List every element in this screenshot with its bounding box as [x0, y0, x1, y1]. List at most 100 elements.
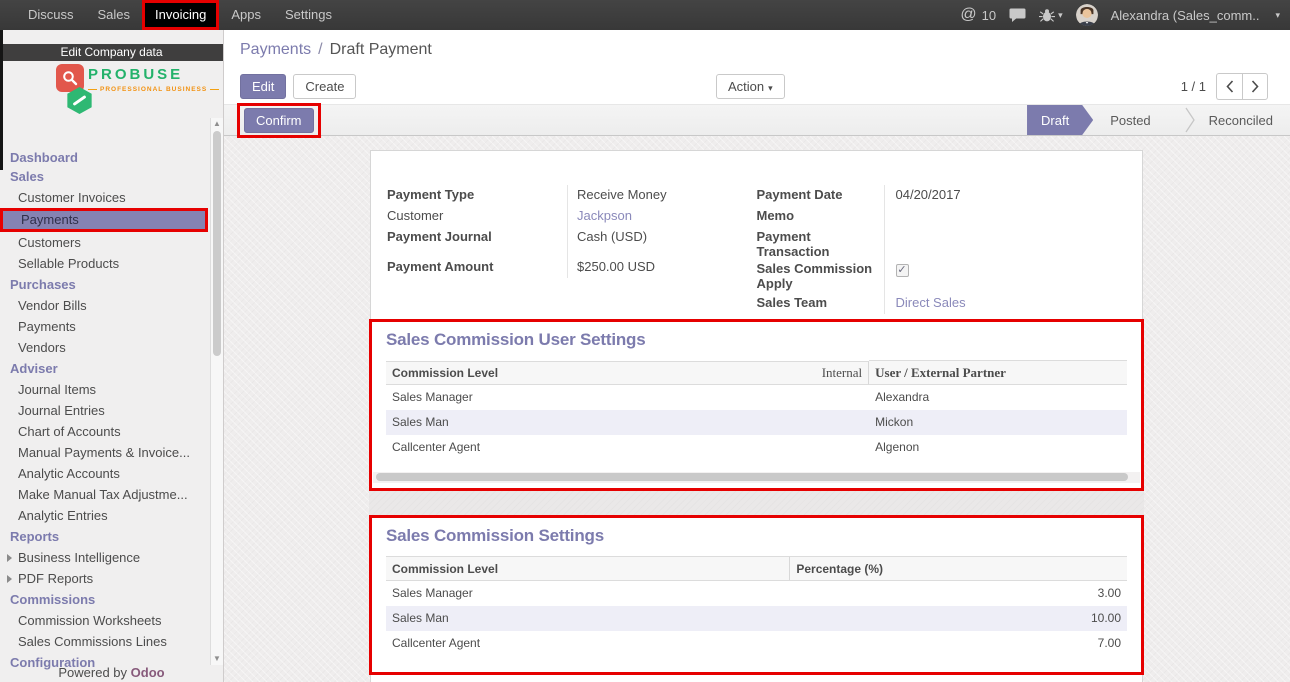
sidebar-nav-entry[interactable]: Sellable Products: [0, 253, 209, 274]
sidebar-nav-entry[interactable]: Analytic Entries: [0, 505, 209, 526]
action-dropdown[interactable]: Action▾: [716, 74, 785, 99]
breadcrumb: Payments/Draft Payment: [240, 41, 1274, 59]
sidebar-nav-entry[interactable]: Sales: [0, 169, 209, 185]
user-avatar[interactable]: [1076, 4, 1098, 26]
user-cell: Algenon: [869, 435, 1127, 460]
sidebar-nav-entry[interactable]: Commissions: [0, 592, 209, 608]
payment-form: Payment Type Receive Money Customer Jack…: [371, 151, 1142, 314]
scroll-up-icon[interactable]: ▲: [213, 118, 221, 130]
sidebar-nav-entry[interactable]: Business Intelligence: [0, 547, 209, 568]
table-row[interactable]: Callcenter Agent Algenon: [386, 435, 1127, 460]
sidebar-nav-entry[interactable]: Make Manual Tax Adjustme...: [0, 484, 209, 505]
app-menu-item[interactable]: Apps: [219, 0, 273, 30]
memo-value: [884, 206, 1127, 227]
sidebar-nav-entry[interactable]: Purchases: [0, 277, 209, 293]
table-row[interactable]: Callcenter Agent 7.00: [386, 631, 1127, 656]
odoo-brand-link[interactable]: Odoo: [131, 665, 165, 680]
customer-link[interactable]: Jackpson: [567, 206, 757, 227]
table-row[interactable]: Sales Man Mickon: [386, 410, 1127, 435]
scroll-down-icon[interactable]: ▼: [213, 653, 221, 665]
app-menu-item[interactable]: Sales: [86, 0, 143, 30]
status-steps: Draft Posted Reconciled: [1027, 105, 1290, 135]
powered-by-text: Powered by: [58, 665, 127, 680]
app-menu-item[interactable]: Settings: [273, 0, 344, 30]
sales-team-link[interactable]: Direct Sales: [884, 293, 1127, 314]
status-step-label: Draft: [1041, 113, 1069, 128]
field-sales-commission-apply: Sales Commission Apply ✓: [757, 259, 1127, 293]
sidebar-nav-entry[interactable]: Vendors: [0, 337, 209, 358]
mentions-counter[interactable]: @ 10: [960, 6, 996, 24]
topbar-right: @ 10 ▾ Alexandra (Sales_co: [960, 4, 1290, 26]
confirm-button[interactable]: Confirm: [244, 108, 314, 133]
debug-bug-icon[interactable]: ▾: [1039, 8, 1063, 22]
table-row[interactable]: Sales Manager Alexandra: [386, 385, 1127, 410]
status-step[interactable]: Draft: [1027, 105, 1093, 135]
field-customer: Customer Jackpson: [387, 206, 757, 227]
chevron-down-icon: ▾: [768, 83, 773, 93]
horizontal-scrollbar-thumb[interactable]: [376, 473, 1128, 481]
messages-icon[interactable]: [1009, 8, 1026, 22]
payment-type-value: Receive Money: [567, 185, 757, 206]
field-payment-journal: Payment Journal Cash (USD): [387, 227, 757, 248]
payment-transaction-value: [884, 227, 1127, 259]
column-header-commission-level[interactable]: Commission Level: [386, 557, 790, 581]
field-sales-team: Sales Team Direct Sales: [757, 293, 1127, 314]
column-header-commission-level[interactable]: Commission Level Internal: [386, 361, 869, 385]
field-payment-date: Payment Date 04/20/2017: [757, 185, 1127, 206]
sidebar-nav-entry[interactable]: Customers: [0, 232, 209, 253]
payment-type-label: Payment Type: [387, 185, 567, 206]
sidebar-nav-entry[interactable]: Vendor Bills: [0, 295, 209, 316]
commission-user-settings-table: Commission Level Internal User / Externa…: [386, 360, 1127, 460]
sidebar-nav-entry[interactable]: Adviser: [0, 361, 209, 377]
company-logo[interactable]: PROBUSE PROFESSIONAL BUSINESS: [0, 61, 223, 117]
app-menus: Discuss Sales Invoicing Apps Settings: [0, 0, 344, 30]
sidebar-scrollbar[interactable]: ▲ ▼: [210, 118, 223, 665]
sales-commission-apply-checkbox[interactable]: ✓: [896, 264, 909, 277]
pager-previous-button[interactable]: [1216, 73, 1242, 100]
sidebar: Edit Company data PROBUSE PROFESSIONAL B…: [0, 30, 224, 682]
field-payment-amount: Payment Amount $250.00 USD: [387, 257, 757, 278]
sidebar-nav-entry[interactable]: Manual Payments & Invoice...: [0, 442, 209, 463]
step-chevron-icon: [1185, 107, 1195, 133]
percentage-cell: 10.00: [790, 606, 1127, 631]
sidebar-nav-entry[interactable]: Journal Entries: [0, 400, 209, 421]
field-memo: Memo: [757, 206, 1127, 227]
create-button[interactable]: Create: [293, 74, 356, 99]
user-menu[interactable]: Alexandra (Sales_comm..: [1111, 8, 1260, 23]
status-step[interactable]: Reconciled: [1168, 105, 1290, 135]
column-header-user-external-partner[interactable]: User / External Partner: [869, 361, 1127, 385]
sidebar-nav-entry[interactable]: Commission Worksheets: [0, 610, 209, 631]
commission-level-cell: Callcenter Agent: [386, 435, 869, 460]
field-payment-transaction: Payment Transaction: [757, 227, 1127, 259]
sidebar-nav-entry[interactable]: Reports: [0, 529, 209, 545]
horizontal-scrollbar[interactable]: [373, 472, 1140, 483]
sidebar-nav-entry[interactable]: Payments: [0, 208, 208, 232]
sidebar-nav-entry[interactable]: Chart of Accounts: [0, 421, 209, 442]
sidebar-nav-entry[interactable]: Sales Commissions Lines: [0, 631, 209, 652]
column-header-percentage[interactable]: Percentage (%): [790, 557, 1127, 581]
sidebar-nav-entry[interactable]: Customer Invoices: [0, 187, 209, 208]
edit-company-data-button[interactable]: Edit Company data: [0, 44, 223, 61]
payment-date-label: Payment Date: [757, 185, 884, 206]
left-column-spacer: [387, 248, 757, 257]
table-row[interactable]: Sales Man 10.00: [386, 606, 1127, 631]
app-menu-item[interactable]: Invoicing: [142, 0, 219, 30]
sidebar-nav-entry[interactable]: PDF Reports: [0, 568, 209, 589]
commission-user-settings-title: Sales Commission User Settings: [386, 330, 1141, 350]
sidebar-nav-entry[interactable]: Payments: [0, 316, 209, 337]
left-edge-strip: [0, 30, 3, 170]
edit-button[interactable]: Edit: [240, 74, 286, 99]
status-step[interactable]: Posted: [1093, 105, 1167, 135]
commission-level-header-text: Commission Level: [392, 366, 498, 380]
breadcrumb-payments[interactable]: Payments: [240, 41, 311, 58]
sidebar-nav-entry[interactable]: Analytic Accounts: [0, 463, 209, 484]
sidebar-nav-entry[interactable]: Dashboard: [0, 150, 209, 166]
app-menu-item[interactable]: Discuss: [16, 0, 86, 30]
payment-transaction-label: Payment Transaction: [757, 227, 884, 259]
sidebar-nav-entry[interactable]: Journal Items: [0, 379, 209, 400]
scrollbar-thumb[interactable]: [213, 131, 221, 356]
form-left-column: Payment Type Receive Money Customer Jack…: [387, 185, 757, 314]
sales-commission-apply-label: Sales Commission Apply: [757, 259, 884, 293]
pager-next-button[interactable]: [1242, 73, 1268, 100]
table-row[interactable]: Sales Manager 3.00: [386, 581, 1127, 606]
